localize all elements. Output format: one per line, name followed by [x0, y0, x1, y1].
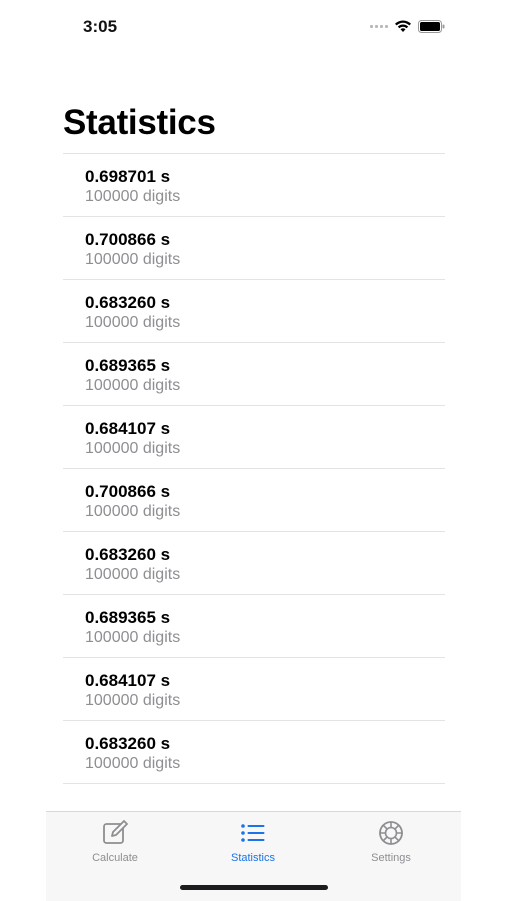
- result-digits: 100000 digits: [85, 629, 181, 646]
- result-time: 0.689365 s: [85, 356, 171, 375]
- result-time: 0.684107 s: [85, 419, 171, 438]
- result-digits: 100000 digits: [85, 314, 181, 331]
- result-time: 0.689365 s: [85, 608, 171, 627]
- result-digits: 100000 digits: [85, 251, 181, 268]
- result-digits: 100000 digits: [85, 566, 181, 583]
- tab-label: Statistics: [230, 852, 275, 864]
- result-digits: 100000 digits: [85, 377, 181, 394]
- list-item[interactable]: 0.689365 s 100000 digits: [63, 343, 445, 406]
- list-icon: [241, 824, 265, 842]
- result-time: 0.683260 s: [85, 734, 171, 753]
- result-time: 0.698701 s: [85, 167, 171, 186]
- result-time: 0.700866 s: [85, 482, 171, 501]
- tab-label: Settings: [371, 852, 411, 864]
- list-item[interactable]: 0.684107 s 100000 digits: [63, 406, 445, 469]
- result-digits: 100000 digits: [85, 440, 181, 457]
- result-digits: 100000 digits: [85, 503, 181, 520]
- list-item[interactable]: 0.700866 s 100000 digits: [63, 469, 445, 532]
- status-bar: 3:05: [0, 0, 507, 54]
- tab-label: Calculate: [92, 852, 138, 864]
- results-list: 0.698701 s 100000 digits 0.700866 s 1000…: [63, 153, 445, 784]
- list-item[interactable]: 0.698701 s 100000 digits: [63, 154, 445, 217]
- tab-calculate[interactable]: Calculate: [55, 818, 175, 868]
- page-title: Statistics: [63, 103, 216, 142]
- status-icons: [370, 19, 445, 33]
- result-digits: 100000 digits: [85, 692, 181, 709]
- result-time: 0.684107 s: [85, 671, 171, 690]
- compose-icon: [103, 820, 128, 844]
- list-item[interactable]: 0.700866 s 100000 digits: [63, 217, 445, 280]
- list-item[interactable]: 0.683260 s 100000 digits: [63, 280, 445, 343]
- tab-statistics[interactable]: Statistics: [193, 818, 313, 868]
- tab-settings[interactable]: Settings: [331, 818, 451, 868]
- result-digits: 100000 digits: [85, 188, 181, 205]
- result-time: 0.683260 s: [85, 293, 171, 312]
- result-time: 0.700866 s: [85, 230, 171, 249]
- battery-icon: [418, 19, 445, 33]
- wifi-icon: [395, 20, 411, 32]
- result-digits: 100000 digits: [85, 755, 181, 772]
- list-item[interactable]: 0.683260 s 100000 digits: [63, 721, 445, 784]
- gear-icon: [379, 821, 403, 845]
- cellular-signal-icon: [370, 24, 388, 28]
- status-time: 3:05: [83, 17, 118, 36]
- list-item[interactable]: 0.684107 s 100000 digits: [63, 658, 445, 721]
- home-indicator: [180, 885, 328, 890]
- list-item[interactable]: 0.683260 s 100000 digits: [63, 532, 445, 595]
- list-item[interactable]: 0.689365 s 100000 digits: [63, 595, 445, 658]
- result-time: 0.683260 s: [85, 545, 171, 564]
